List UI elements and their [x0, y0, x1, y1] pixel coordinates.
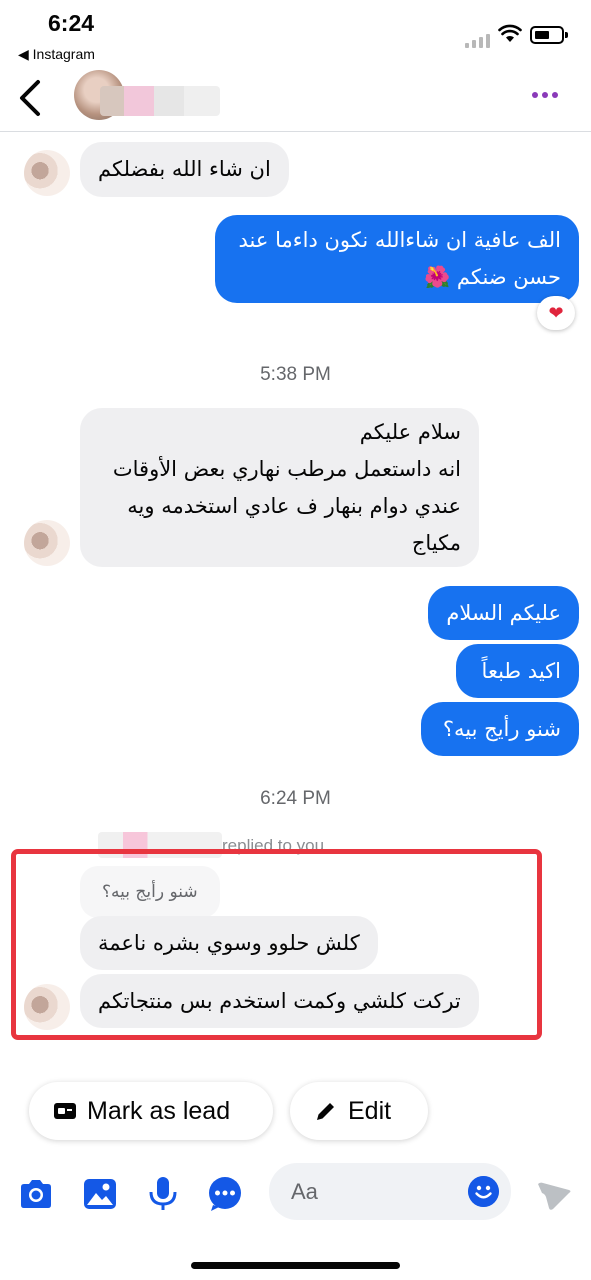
pencil-icon	[317, 1103, 334, 1120]
emoji-icon[interactable]	[468, 1176, 499, 1207]
back-to-app-link[interactable]: ◀ Instagram	[18, 46, 95, 63]
message-incoming[interactable]: ان شاء الله بفضلكم	[80, 142, 289, 197]
edit-button[interactable]: Edit	[290, 1082, 428, 1140]
message-outgoing[interactable]: الف عافية ان شاءالله نكون داءما عند حسن …	[215, 215, 579, 303]
chat-options-icon[interactable]	[207, 1176, 243, 1212]
highlight-annotation	[11, 849, 542, 1040]
message-outgoing[interactable]: اكيد طبعاً	[456, 644, 579, 698]
battery-icon	[530, 26, 568, 44]
signal-icon	[465, 34, 490, 48]
microphone-icon[interactable]	[145, 1176, 181, 1212]
wifi-icon	[498, 24, 522, 42]
camera-icon[interactable]	[18, 1176, 54, 1212]
message-input[interactable]: Aa	[269, 1163, 511, 1220]
mark-as-lead-label: Mark as lead	[87, 1096, 231, 1125]
gallery-icon[interactable]	[82, 1176, 118, 1212]
message-timestamp: 6:24 PM	[260, 788, 331, 809]
message-incoming[interactable]: سلام عليكم انه داستعمل مرطب نهاري بعض ال…	[80, 408, 479, 567]
edit-label: Edit	[348, 1096, 392, 1125]
message-input-placeholder: Aa	[291, 1179, 318, 1204]
status-time: 6:24	[48, 10, 95, 36]
mark-as-lead-button[interactable]: Mark as lead	[29, 1082, 273, 1140]
message-timestamp: 5:38 PM	[260, 364, 331, 385]
more-dots-icon[interactable]	[528, 80, 562, 110]
status-bar: 6:24 ◀ Instagram	[0, 0, 591, 66]
contact-name-redacted[interactable]	[100, 86, 220, 116]
send-icon[interactable]	[536, 1176, 572, 1212]
message-outgoing[interactable]: عليكم السلام	[428, 586, 579, 640]
heart-reaction-icon[interactable]: ❤	[537, 296, 575, 330]
sender-avatar[interactable]	[24, 520, 70, 566]
sender-avatar[interactable]	[24, 150, 70, 196]
chat-header	[0, 66, 591, 132]
lead-card-icon	[54, 1103, 76, 1119]
message-outgoing[interactable]: شنو رأيج بيه؟	[421, 702, 579, 756]
chevron-left-icon[interactable]	[14, 76, 50, 120]
home-indicator[interactable]	[191, 1262, 400, 1269]
